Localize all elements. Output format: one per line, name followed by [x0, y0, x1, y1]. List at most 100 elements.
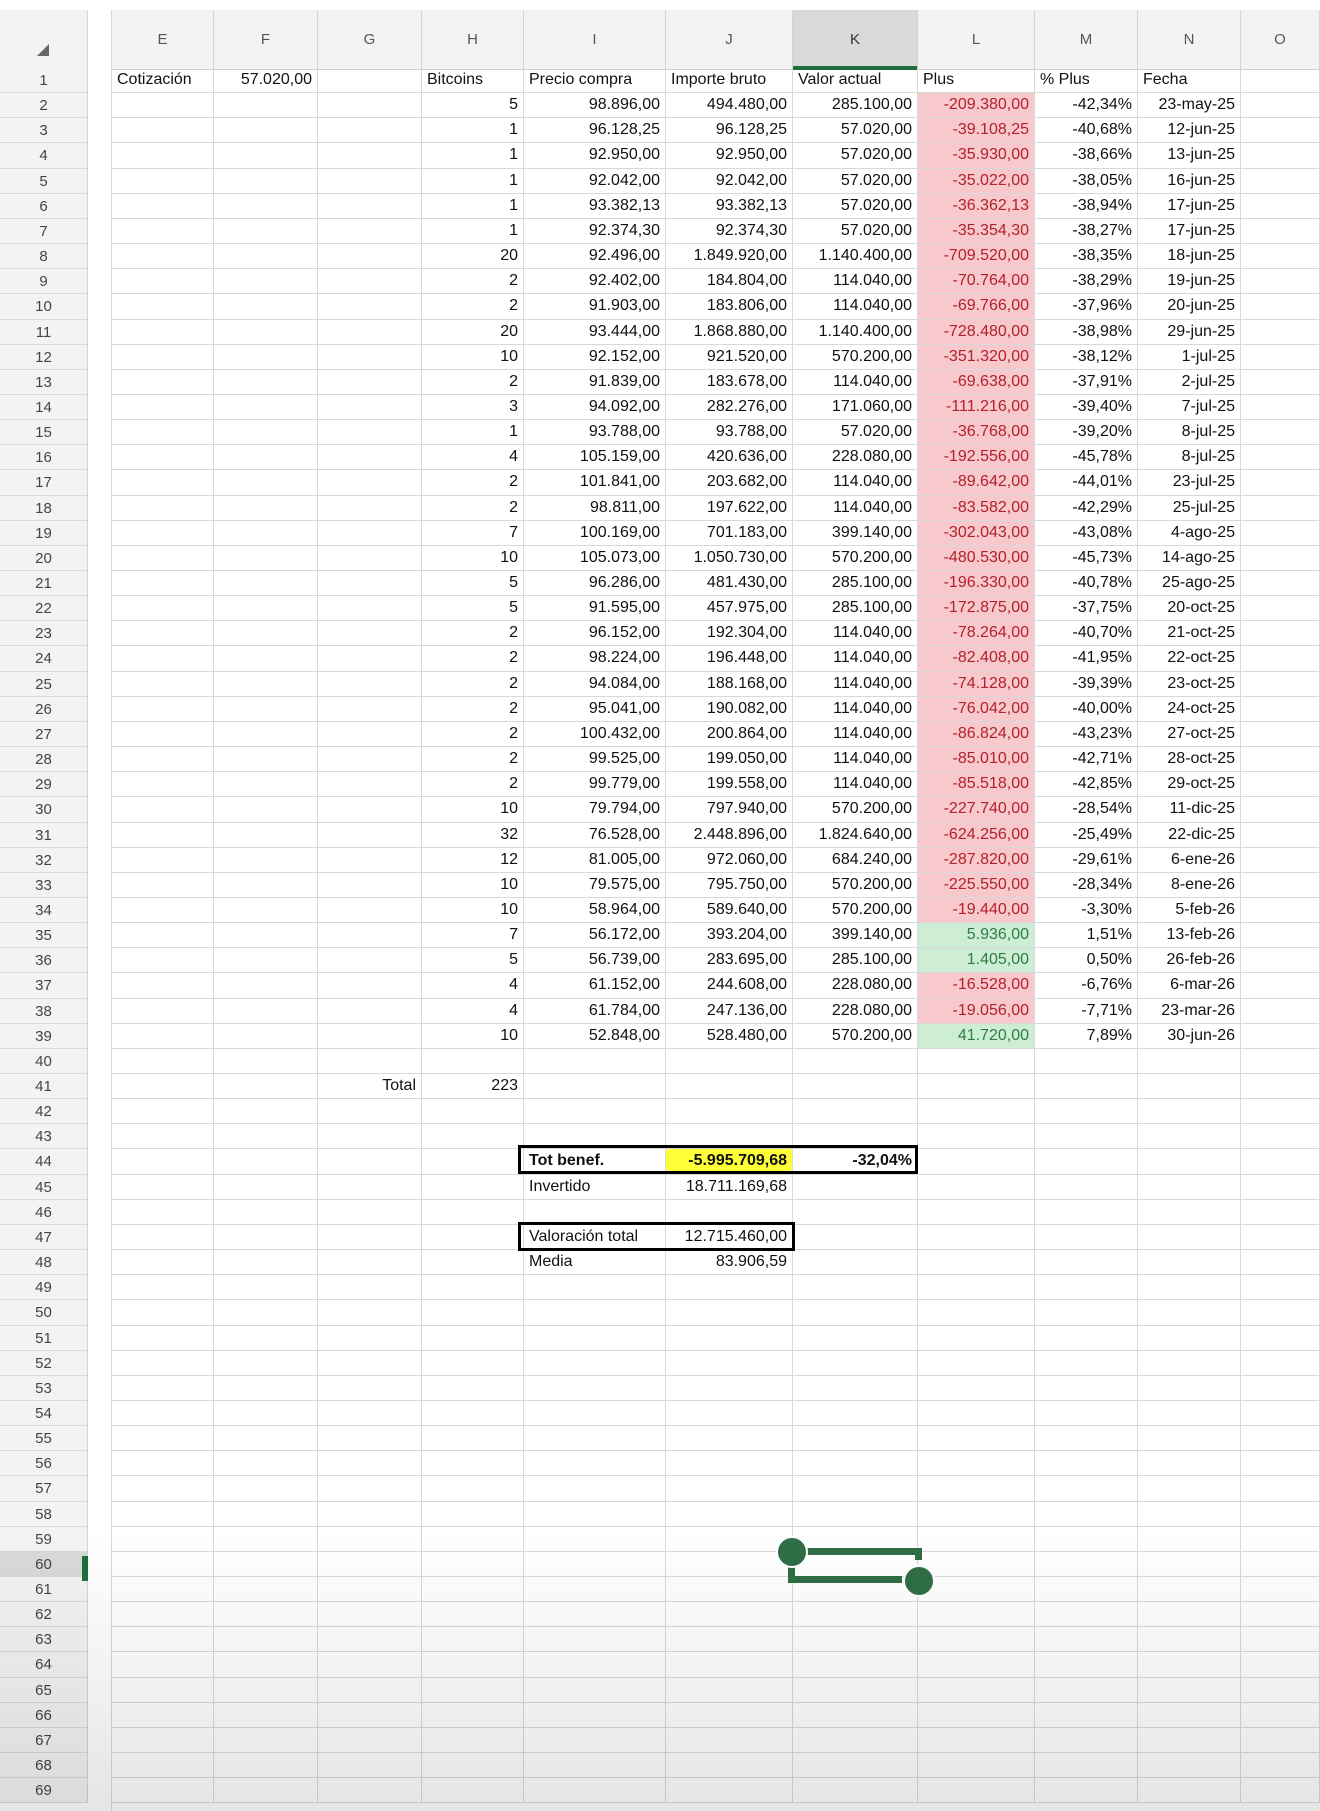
cell-h11[interactable]: 20: [422, 320, 524, 345]
cell-g30[interactable]: [318, 797, 422, 823]
cell-f16[interactable]: [214, 445, 318, 470]
cell-j6[interactable]: 93.382,13: [666, 194, 793, 219]
cell-e61[interactable]: [112, 1577, 214, 1602]
cell-i58[interactable]: [524, 1502, 666, 1527]
cell-h45[interactable]: [422, 1175, 524, 1200]
cell-l47[interactable]: [918, 1225, 1035, 1250]
cell-g15[interactable]: [318, 420, 422, 445]
cell-l25[interactable]: -74.128,00: [918, 672, 1035, 697]
cell-j38[interactable]: 247.136,00: [666, 999, 793, 1024]
cell-e21[interactable]: [112, 571, 214, 596]
cell-h57[interactable]: [422, 1476, 524, 1502]
cell-k23[interactable]: 114.040,00: [793, 621, 918, 646]
cell-n32[interactable]: 6-ene-26: [1138, 848, 1241, 873]
cell-k66[interactable]: [793, 1703, 918, 1728]
cell-i34[interactable]: 58.964,00: [524, 898, 666, 923]
row-header-38[interactable]: 38: [0, 999, 88, 1024]
cell-f45[interactable]: [214, 1175, 318, 1200]
cell-j62[interactable]: [666, 1602, 793, 1627]
cell-e59[interactable]: [112, 1527, 214, 1552]
cell-o61[interactable]: [1241, 1577, 1320, 1602]
cell-f19[interactable]: [214, 521, 318, 546]
cell-j43[interactable]: [666, 1124, 793, 1149]
cell-f59[interactable]: [214, 1527, 318, 1552]
cell-l46[interactable]: [918, 1200, 1035, 1225]
cell-g1[interactable]: [318, 68, 422, 93]
cell-e25[interactable]: [112, 672, 214, 697]
cell-k49[interactable]: [793, 1275, 918, 1300]
cell-l31[interactable]: -624.256,00: [918, 823, 1035, 848]
cell-k14[interactable]: 171.060,00: [793, 395, 918, 420]
row-header-65[interactable]: 65: [0, 1678, 88, 1703]
cell-o34[interactable]: [1241, 898, 1320, 923]
cell-g26[interactable]: [318, 697, 422, 722]
cell-h8[interactable]: 20: [422, 244, 524, 269]
cell-g24[interactable]: [318, 646, 422, 672]
selection-handle-start[interactable]: [776, 1536, 808, 1568]
header-valor-actual[interactable]: Valor actual: [793, 68, 918, 93]
cell-g32[interactable]: [318, 848, 422, 873]
cell-j51[interactable]: [666, 1326, 793, 1351]
cell-j65[interactable]: [666, 1678, 793, 1703]
row-header-28[interactable]: 28: [0, 747, 88, 772]
cell-i60[interactable]: [524, 1552, 666, 1577]
cell-e27[interactable]: [112, 722, 214, 747]
cell-n15[interactable]: 8-jul-25: [1138, 420, 1241, 445]
cell-f5[interactable]: [214, 169, 318, 194]
cell-o9[interactable]: [1241, 269, 1320, 294]
cell-n23[interactable]: 21-oct-25: [1138, 621, 1241, 646]
cell-m46[interactable]: [1035, 1200, 1138, 1225]
cell-m58[interactable]: [1035, 1502, 1138, 1527]
cell-h60[interactable]: [422, 1552, 524, 1577]
cell-m35[interactable]: 1,51%: [1035, 923, 1138, 948]
cell-j56[interactable]: [666, 1451, 793, 1476]
cell-i33[interactable]: 79.575,00: [524, 873, 666, 898]
cell-j10[interactable]: 183.806,00: [666, 294, 793, 320]
cell-o7[interactable]: [1241, 219, 1320, 244]
cell-o14[interactable]: [1241, 395, 1320, 420]
cell-m53[interactable]: [1035, 1376, 1138, 1401]
total-value[interactable]: 223: [422, 1074, 524, 1099]
cell-o22[interactable]: [1241, 596, 1320, 621]
cell-h64[interactable]: [422, 1652, 524, 1678]
cell-j60[interactable]: [666, 1552, 793, 1577]
cell-o23[interactable]: [1241, 621, 1320, 646]
cell-j19[interactable]: 701.183,00: [666, 521, 793, 546]
row-header-20[interactable]: 20: [0, 546, 88, 571]
cell-m29[interactable]: -42,85%: [1035, 772, 1138, 797]
cell-l22[interactable]: -172.875,00: [918, 596, 1035, 621]
cell-e26[interactable]: [112, 697, 214, 722]
cell-l58[interactable]: [918, 1502, 1035, 1527]
cell-e33[interactable]: [112, 873, 214, 898]
cell-k40[interactable]: [793, 1049, 918, 1074]
cell-g66[interactable]: [318, 1703, 422, 1728]
cell-f33[interactable]: [214, 873, 318, 898]
cell-n25[interactable]: 23-oct-25: [1138, 672, 1241, 697]
media-label[interactable]: Media: [524, 1250, 666, 1275]
cell-h32[interactable]: 12: [422, 848, 524, 873]
cell-m38[interactable]: -7,71%: [1035, 999, 1138, 1024]
cell-n29[interactable]: 29-oct-25: [1138, 772, 1241, 797]
cell-f27[interactable]: [214, 722, 318, 747]
row-header-43[interactable]: 43: [0, 1124, 88, 1149]
cell-f63[interactable]: [214, 1627, 318, 1652]
cell-k42[interactable]: [793, 1099, 918, 1124]
cell-e31[interactable]: [112, 823, 214, 848]
cell-h47[interactable]: [422, 1225, 524, 1250]
cell-n12[interactable]: 1-jul-25: [1138, 345, 1241, 370]
cell-f37[interactable]: [214, 973, 318, 999]
cell-i36[interactable]: 56.739,00: [524, 948, 666, 973]
cell-n56[interactable]: [1138, 1451, 1241, 1476]
cell-g54[interactable]: [318, 1401, 422, 1426]
cell-o25[interactable]: [1241, 672, 1320, 697]
media-value[interactable]: 83.906,59: [666, 1250, 793, 1275]
cell-g37[interactable]: [318, 973, 422, 999]
cell-n26[interactable]: 24-oct-25: [1138, 697, 1241, 722]
cell-e64[interactable]: [112, 1652, 214, 1678]
cell-l4[interactable]: -35.930,00: [918, 143, 1035, 169]
cell-j5[interactable]: 92.042,00: [666, 169, 793, 194]
cell-g7[interactable]: [318, 219, 422, 244]
cell-e24[interactable]: [112, 646, 214, 672]
cell-n8[interactable]: 18-jun-25: [1138, 244, 1241, 269]
cell-l51[interactable]: [918, 1326, 1035, 1351]
